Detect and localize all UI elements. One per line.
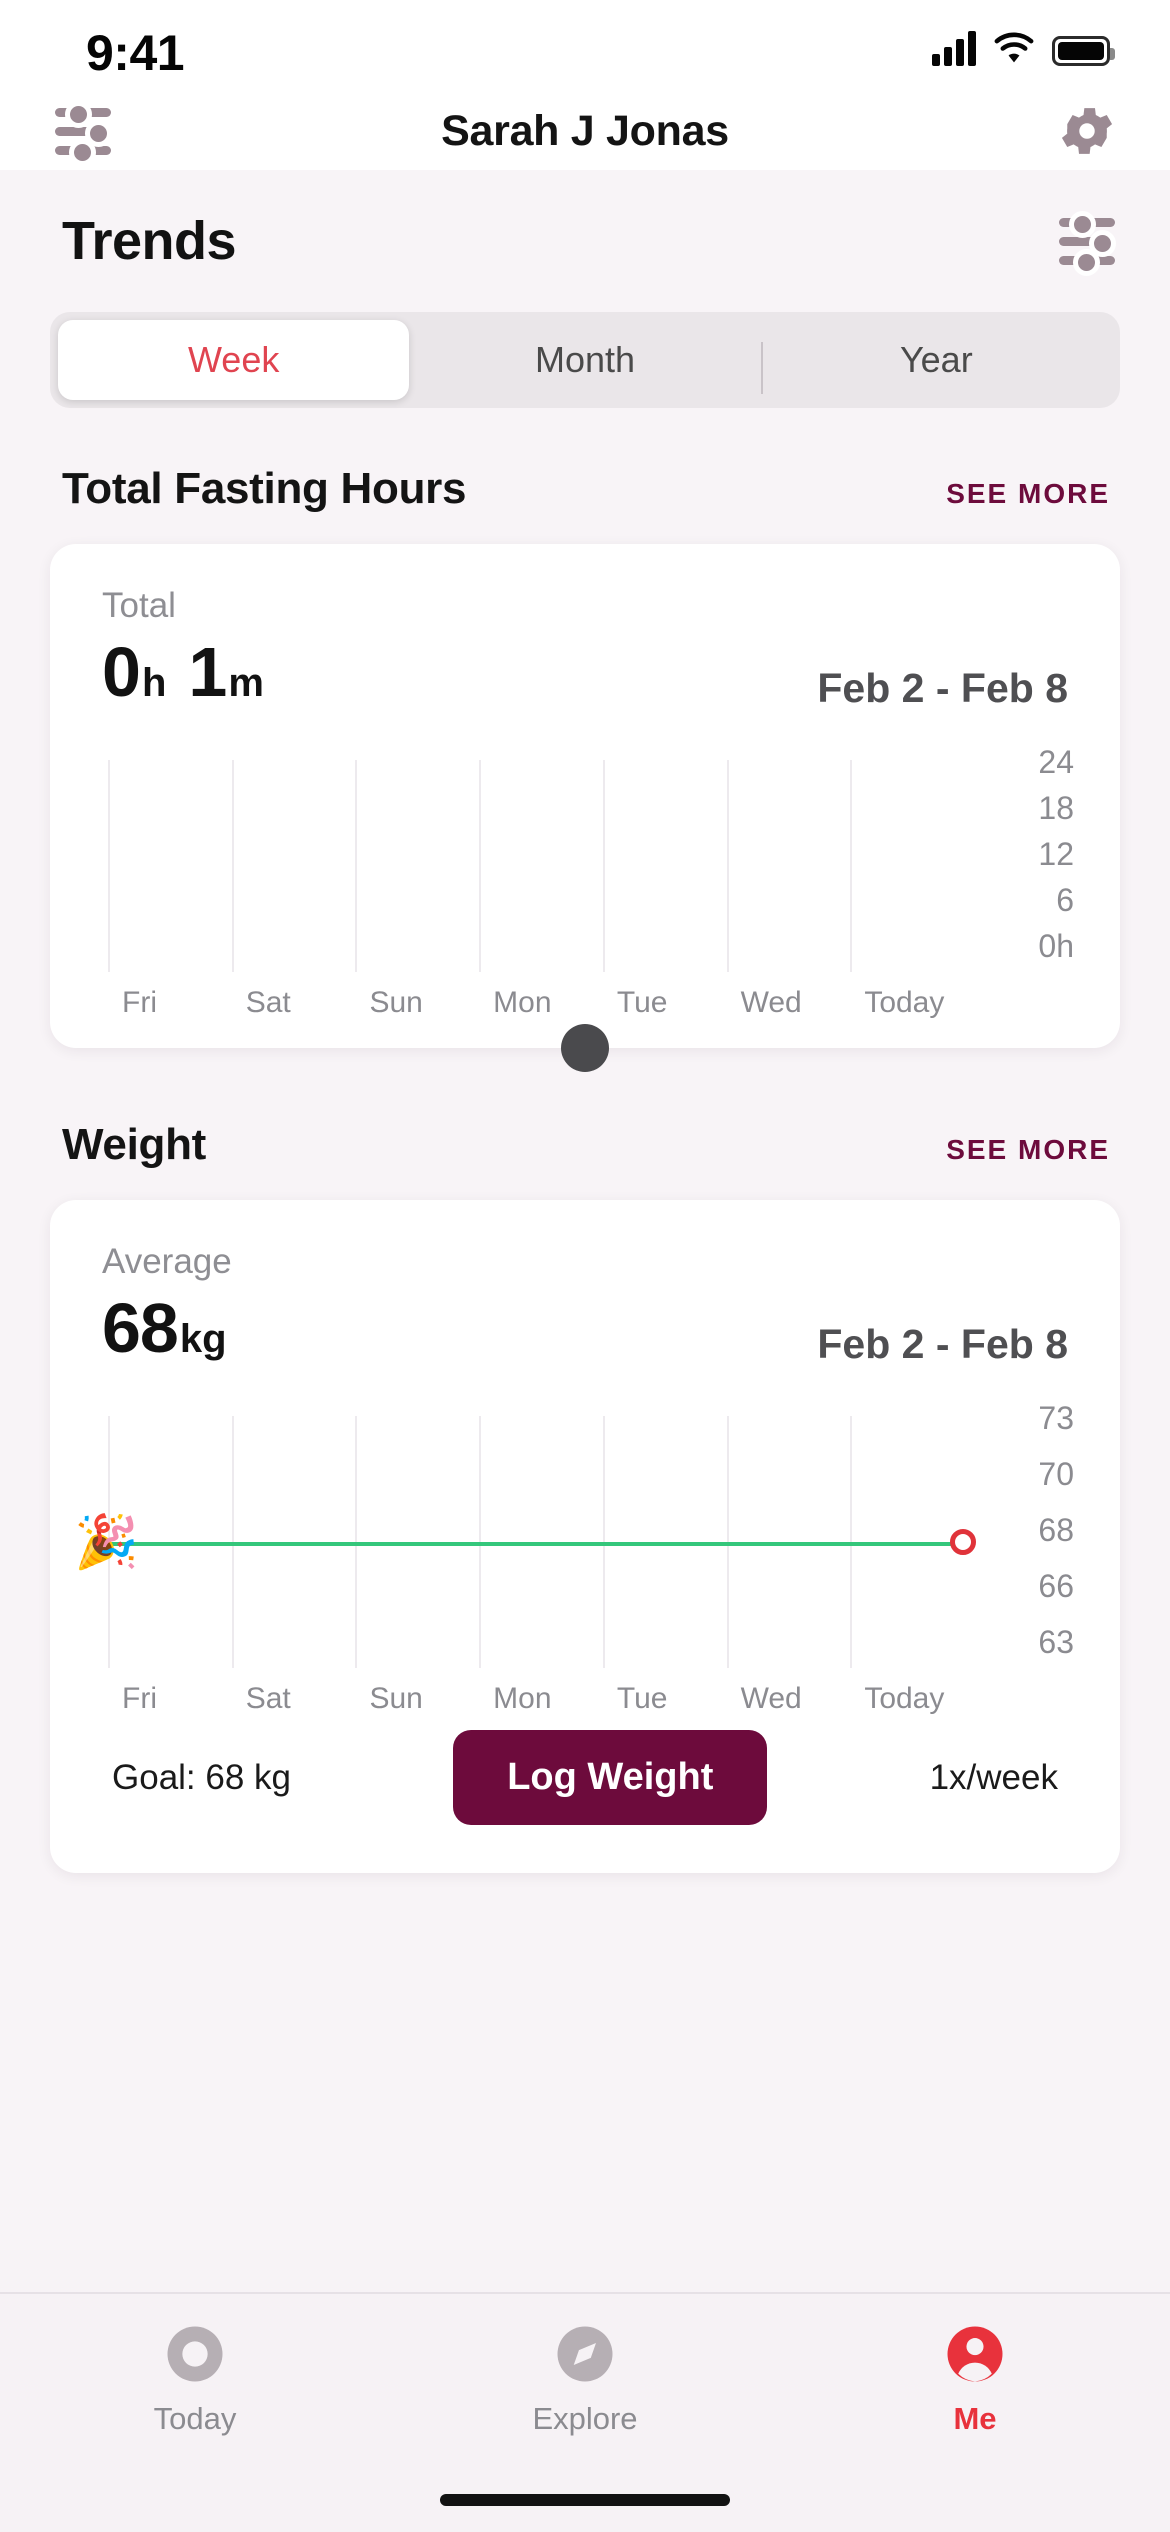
page-title: Sarah J Jonas	[441, 106, 729, 155]
tab-year[interactable]: Year	[760, 320, 1112, 400]
fasting-xtick-tue: Tue	[616, 986, 668, 1019]
weight-ytick-63: 63	[1038, 1624, 1074, 1660]
weight-xtick-wed: Wed	[740, 1682, 802, 1715]
weight-see-more-link[interactable]: SEE MORE	[946, 1134, 1110, 1166]
weight-xtick-mon: Mon	[493, 1682, 552, 1715]
fasting-ytick-24: 24	[1038, 744, 1074, 780]
drag-handle[interactable]	[561, 1024, 609, 1072]
weight-actions: Goal: 68 kg Log Weight 1x/week	[50, 1716, 1120, 1873]
trends-filter-button[interactable]	[1059, 211, 1116, 276]
fasting-chart[interactable]: 24 18 12 6 0h Fri Sat Sun Mon Tue Wed To…	[50, 744, 1120, 1020]
weight-point-marker-icon	[950, 1529, 976, 1555]
weight-ytick-73: 73	[1038, 1400, 1074, 1436]
fasting-ytick-12: 12	[1038, 836, 1074, 872]
tab-me[interactable]: Me	[780, 2321, 1170, 2437]
fasting-xtick-sat: Sat	[245, 986, 291, 1019]
weight-frequency-label: 1x/week	[929, 1757, 1058, 1797]
fasting-ytick-0: 0h	[1038, 928, 1074, 964]
weight-goal-series: 🎉	[74, 1416, 976, 1668]
trends-title: Trends	[62, 211, 237, 271]
fasting-minutes-unit: m	[228, 661, 264, 705]
weight-ytick-68: 68	[1038, 1512, 1074, 1548]
bottom-tab-bar: Today Explore Me	[0, 2292, 1170, 2532]
fasting-xtick-wed: Wed	[740, 986, 802, 1019]
weight-stat-label: Average	[102, 1242, 232, 1281]
goal-line	[108, 1542, 974, 1546]
status-bar: 9:41	[0, 0, 1170, 92]
tab-week[interactable]: Week	[58, 320, 410, 400]
fasting-ytick-6: 6	[1056, 882, 1074, 918]
weight-xtick-sun: Sun	[369, 1682, 423, 1715]
battery-full-icon	[1052, 36, 1115, 66]
fasting-see-more-link[interactable]: SEE MORE	[946, 478, 1110, 510]
weight-average-value: 68 kg	[102, 1288, 249, 1368]
weight-ytick-70: 70	[1038, 1456, 1074, 1492]
tab-me-label: Me	[953, 2401, 997, 2436]
period-segmented-control[interactable]: Week Month Year	[50, 312, 1120, 408]
fasting-card[interactable]: Total 0 h 1 m Feb 2 - Feb 8 24 18 12 6 0…	[50, 544, 1120, 1072]
tab-month[interactable]: Month	[409, 320, 760, 400]
weight-ytick-66: 66	[1038, 1568, 1074, 1604]
fasting-xtick-today: Today	[864, 986, 945, 1019]
fasting-stats: Total 0 h 1 m Feb 2 - Feb 8	[50, 544, 1120, 712]
filter-sliders-icon	[1059, 211, 1116, 276]
tab-explore-label: Explore	[532, 2401, 638, 2436]
tab-today-label: Today	[153, 2401, 237, 2436]
weight-chart[interactable]: 🎉 73 70 68 66 63 Fri Sat Sun Mon Tue Wed	[50, 1400, 1120, 1716]
fasting-xtick-fri: Fri	[122, 986, 157, 1019]
cellular-bars-icon	[932, 30, 976, 66]
weight-xtick-sat: Sat	[245, 1682, 291, 1715]
party-popper-icon: 🎉	[74, 1513, 139, 1572]
weight-xtick-tue: Tue	[616, 1682, 668, 1715]
fasting-total-value: 0 h 1 m	[102, 632, 286, 712]
weight-value: 68	[102, 1289, 179, 1367]
fasting-x-axis: Fri Sat Sun Mon Tue Wed Today	[108, 986, 974, 1020]
fasting-xtick-sun: Sun	[369, 986, 423, 1019]
gear-icon	[1061, 108, 1113, 154]
settings-button[interactable]	[1052, 96, 1122, 166]
person-icon	[947, 2326, 1003, 2382]
weight-title: Weight	[62, 1120, 207, 1169]
fasting-y-axis: 24 18 12 6 0h	[980, 744, 1090, 986]
weight-section-header: Weight SEE MORE	[0, 1120, 1170, 1170]
fasting-xtick-mon: Mon	[493, 986, 552, 1019]
app-header: Sarah J Jonas	[0, 92, 1170, 170]
log-weight-button[interactable]: Log Weight	[453, 1730, 768, 1825]
home-indicator	[440, 2494, 730, 2506]
weight-x-axis: Fri Sat Sun Mon Tue Wed Today	[108, 1682, 974, 1716]
fasting-ytick-18: 18	[1038, 790, 1074, 826]
fasting-chart-grid	[108, 760, 974, 972]
tab-today[interactable]: Today	[0, 2321, 390, 2437]
weight-goal-label: Goal: 68 kg	[112, 1757, 291, 1797]
weight-card[interactable]: Average 68 kg Feb 2 - Feb 8 🎉 73 70 68 6…	[50, 1200, 1120, 1873]
fasting-date-range: Feb 2 - Feb 8	[817, 665, 1068, 711]
wifi-icon	[993, 30, 1035, 66]
status-indicators	[932, 30, 1115, 66]
fasting-title: Total Fasting Hours	[62, 464, 467, 513]
fasting-hours-unit: h	[141, 661, 167, 705]
fasting-section-header: Total Fasting Hours SEE MORE	[0, 464, 1170, 514]
circle-today-icon	[167, 2326, 223, 2382]
fasting-minutes-value: 1	[188, 633, 227, 711]
weight-xtick-today: Today	[864, 1682, 945, 1715]
weight-xtick-fri: Fri	[122, 1682, 157, 1715]
scroll-content: Trends Week Month Year Total Fasting Hou…	[0, 170, 1170, 2250]
weight-unit: kg	[179, 1317, 227, 1361]
trends-header: Trends	[0, 170, 1170, 276]
status-time: 9:41	[86, 25, 185, 81]
app-screen: 9:41 Sarah J Jonas Trends Week Month Yea…	[0, 0, 1170, 2532]
fasting-stat-label: Total	[102, 586, 176, 625]
weight-y-axis: 73 70 68 66 63	[980, 1400, 1090, 1676]
fasting-hours-value: 0	[102, 633, 141, 711]
weight-date-range: Feb 2 - Feb 8	[817, 1321, 1068, 1367]
compass-icon	[557, 2326, 613, 2382]
weight-stats: Average 68 kg Feb 2 - Feb 8	[50, 1200, 1120, 1368]
tab-explore[interactable]: Explore	[390, 2321, 780, 2437]
